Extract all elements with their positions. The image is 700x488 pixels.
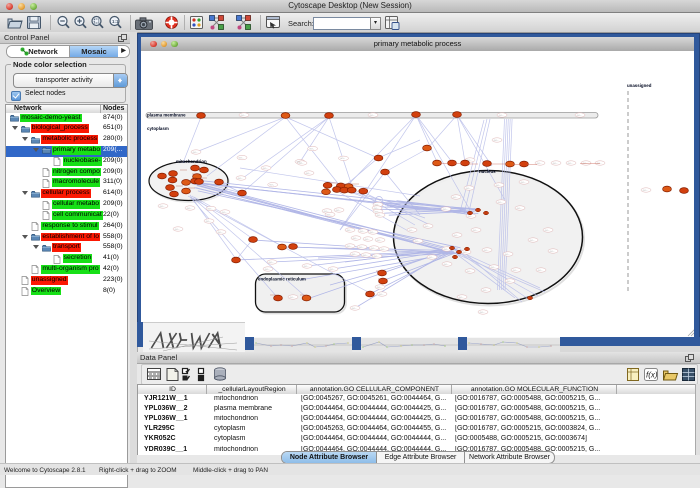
svg-text:cytoplasm: cytoplasm — [147, 126, 169, 131]
svg-text:GO:-: GO:- — [359, 247, 364, 249]
svg-text:GO:-: GO:- — [568, 163, 573, 165]
svg-text:GO:-: GO:- — [521, 182, 526, 184]
svg-text:GO:-: GO:- — [370, 232, 375, 234]
svg-text:1:1: 1:1 — [112, 19, 119, 24]
svg-text:GO:-: GO:- — [327, 214, 332, 216]
svg-text:GO:-: GO:- — [468, 216, 473, 218]
svg-text:GO:-: GO:- — [263, 168, 268, 170]
svg-text:GO:-: GO:- — [467, 271, 472, 273]
svg-text:GO:-: GO:- — [290, 297, 295, 299]
svg-text:GO:-: GO:- — [443, 209, 448, 211]
svg-text:GO:-: GO:- — [175, 229, 180, 231]
svg-text:unassigned: unassigned — [627, 83, 652, 88]
svg-text:GO:-: GO:- — [347, 230, 352, 232]
svg-text:GO:-: GO:- — [347, 246, 352, 248]
svg-text:GO:-: GO:- — [304, 266, 309, 268]
svg-text:GO:-: GO:- — [496, 185, 501, 187]
svg-text:GO:-: GO:- — [517, 208, 522, 210]
svg-text:GO:-: GO:- — [583, 163, 588, 165]
svg-text:GO:-: GO:- — [498, 202, 503, 204]
svg-text:GO:-: GO:- — [494, 140, 499, 142]
svg-text:GO:-: GO:- — [425, 226, 430, 228]
svg-text:GO:-: GO:- — [352, 308, 357, 310]
svg-text:GO:-: GO:- — [238, 178, 243, 180]
svg-text:GO:-: GO:- — [370, 115, 375, 117]
svg-text:GO:-: GO:- — [473, 230, 478, 232]
svg-text:GO:-: GO:- — [480, 312, 485, 314]
svg-text:GO:-: GO:- — [269, 185, 274, 187]
svg-text:GO:-: GO:- — [381, 249, 386, 251]
svg-text:GO:-: GO:- — [336, 210, 341, 212]
svg-text:GO:-: GO:- — [643, 190, 648, 192]
svg-text:GO:-: GO:- — [306, 173, 311, 175]
svg-text:GO:-: GO:- — [444, 249, 449, 251]
svg-text:GO:-: GO:- — [545, 230, 550, 232]
svg-text:GO:-: GO:- — [160, 206, 165, 208]
svg-text:GO:-: GO:- — [375, 211, 380, 213]
svg-text:GO:-: GO:- — [415, 241, 420, 243]
svg-text:GO:-: GO:- — [530, 240, 535, 242]
svg-text:plasma membrane: plasma membrane — [147, 113, 186, 118]
svg-text:GO:-: GO:- — [241, 115, 246, 117]
svg-text:GO:-: GO:- — [363, 255, 368, 257]
svg-text:endoplasmic reticulum: endoplasmic reticulum — [258, 277, 306, 282]
svg-text:GO:-: GO:- — [484, 250, 489, 252]
svg-text:GO:-: GO:- — [360, 231, 365, 233]
svg-text:GO:-: GO:- — [365, 239, 370, 241]
svg-text:GO:-: GO:- — [499, 115, 504, 117]
svg-text:GO:-: GO:- — [239, 158, 244, 160]
svg-text:GO:-: GO:- — [550, 251, 555, 253]
svg-text:GO:-: GO:- — [374, 256, 379, 258]
svg-text:GO:-: GO:- — [483, 290, 488, 292]
svg-text:GO:-: GO:- — [206, 221, 211, 223]
svg-text:GO:-: GO:- — [265, 269, 270, 271]
svg-text:GO:-: GO:- — [374, 208, 379, 210]
svg-text:GO:-: GO:- — [444, 264, 449, 266]
svg-text:GO:-: GO:- — [222, 212, 227, 214]
svg-text:GO:-: GO:- — [309, 149, 314, 151]
svg-text:GO:-: GO:- — [299, 163, 304, 165]
svg-text:nucleus: nucleus — [479, 169, 496, 174]
svg-text:GO:-: GO:- — [537, 163, 542, 165]
svg-text:GO:-: GO:- — [375, 204, 380, 206]
svg-text:GO:-: GO:- — [597, 163, 602, 165]
svg-text:GO:-: GO:- — [577, 115, 582, 117]
svg-text:mitochondrion: mitochondrion — [176, 159, 207, 164]
svg-text:GO:-: GO:- — [218, 232, 223, 234]
svg-text:GO:-: GO:- — [505, 254, 510, 256]
svg-text:GO:-: GO:- — [330, 269, 335, 271]
svg-text:GO:-: GO:- — [513, 270, 518, 272]
svg-text:GO:-: GO:- — [324, 211, 329, 213]
svg-text:GO:-: GO:- — [353, 238, 358, 240]
svg-text:GO:-: GO:- — [371, 248, 376, 250]
svg-text:GO:-: GO:- — [340, 158, 345, 160]
svg-text:GO:-: GO:- — [379, 294, 384, 296]
svg-text:GO:-: GO:- — [429, 257, 434, 259]
svg-text:GO:-: GO:- — [454, 235, 459, 237]
svg-text:GO:-: GO:- — [187, 208, 192, 210]
svg-text:GO:-: GO:- — [377, 240, 382, 242]
svg-text:GO:-: GO:- — [538, 270, 543, 272]
svg-text:GO:-: GO:- — [553, 163, 558, 165]
svg-text:GO:-: GO:- — [193, 152, 198, 154]
svg-text:GO:-: GO:- — [459, 297, 464, 299]
svg-text:GO:-: GO:- — [466, 188, 471, 190]
svg-text:GO:-: GO:- — [463, 252, 468, 254]
svg-text:GO:-: GO:- — [491, 267, 496, 269]
svg-text:GO:-: GO:- — [377, 215, 382, 217]
svg-text:GO:-: GO:- — [409, 230, 414, 232]
svg-text:GO:-: GO:- — [377, 287, 382, 289]
svg-text:GO:-: GO:- — [352, 254, 357, 256]
svg-text:GO:-: GO:- — [507, 281, 512, 283]
svg-text:GO:-: GO:- — [208, 208, 213, 210]
svg-text:f(x): f(x) — [646, 371, 658, 380]
svg-text:GO:-: GO:- — [269, 262, 274, 264]
svg-text:GO:-: GO:- — [453, 197, 458, 199]
